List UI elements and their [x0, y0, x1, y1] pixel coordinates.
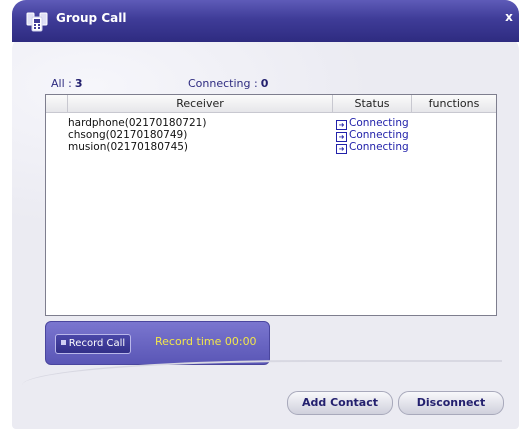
- status-text: Connecting: [349, 117, 409, 129]
- window-title: Group Call: [56, 11, 127, 25]
- column-header-receiver[interactable]: Receiver: [68, 95, 333, 112]
- connecting-counter: Connecting :0: [188, 77, 268, 90]
- all-counter: All :3: [51, 77, 83, 90]
- title-bar[interactable]: Group Call x: [12, 0, 519, 42]
- column-header-status[interactable]: Status: [333, 95, 412, 112]
- connecting-counter-value: 0: [260, 77, 269, 90]
- table-row[interactable]: musion(02170180745) ➜ Connecting: [46, 141, 496, 154]
- record-time-label: Record time: [155, 335, 222, 348]
- status-text: Connecting: [349, 141, 409, 153]
- record-call-button[interactable]: Record Call: [55, 334, 131, 354]
- column-header-functions[interactable]: functions: [412, 95, 496, 112]
- status-cell: ➜ Connecting: [336, 141, 409, 154]
- table-row[interactable]: hardphone(02170180721) ➜ Connecting: [46, 117, 496, 130]
- record-dot-icon: [60, 340, 66, 345]
- arrow-right-icon: ➜: [336, 144, 347, 154]
- connecting-counter-label: Connecting :: [188, 77, 258, 90]
- receiver-name: chsong(02170180749): [68, 129, 188, 141]
- table-row[interactable]: chsong(02170180749) ➜ Connecting: [46, 129, 496, 142]
- all-counter-label: All :: [51, 77, 72, 90]
- receiver-list[interactable]: Receiver Status functions hardphone(0217…: [45, 94, 497, 316]
- status-text: Connecting: [349, 129, 409, 141]
- disconnect-button[interactable]: Disconnect: [398, 391, 504, 415]
- add-contact-button[interactable]: Add Contact: [287, 391, 393, 415]
- record-call-label: Record Call: [68, 338, 126, 349]
- list-header: Receiver Status functions: [46, 95, 496, 113]
- receiver-name: musion(02170180745): [68, 141, 189, 153]
- record-time: Record time 00:00: [155, 335, 257, 348]
- receiver-name: hardphone(02170180721): [68, 117, 207, 129]
- column-header-blank[interactable]: [46, 95, 68, 112]
- group-phone-icon: [26, 12, 48, 32]
- record-panel: Record Call Record time 00:00: [45, 321, 270, 365]
- close-icon[interactable]: x: [501, 10, 517, 24]
- all-counter-value: 3: [74, 77, 83, 90]
- record-time-value: 00:00: [224, 335, 257, 348]
